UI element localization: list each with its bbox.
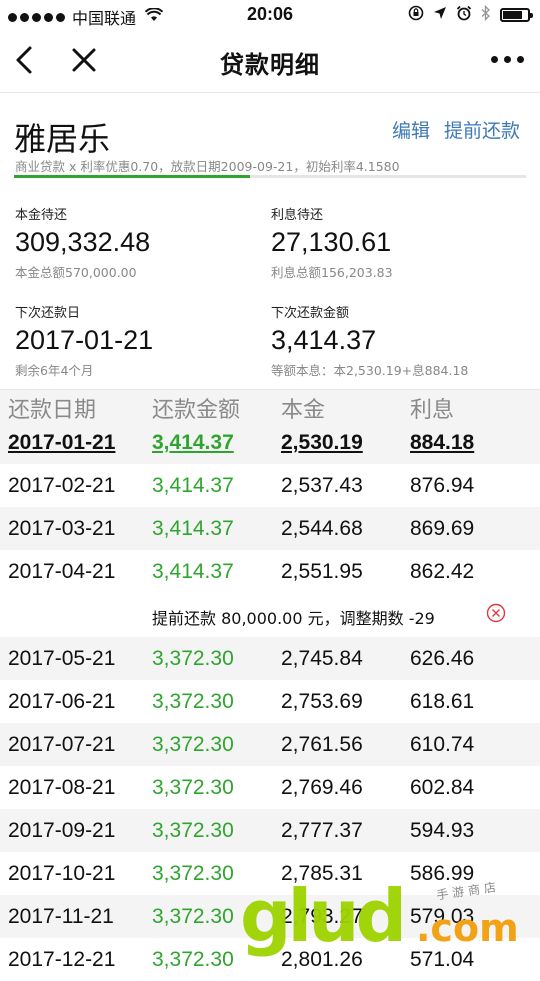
row-principal: 2,801.26 [281,948,363,971]
row-date: 2017-06-21 [8,690,116,713]
battery-icon [500,8,533,22]
row-interest: 594.93 [410,819,475,842]
row-interest: 626.46 [410,647,475,670]
alarm-clock-icon [456,5,472,25]
close-circle-icon [486,603,506,623]
row-amount: 3,372.30 [152,690,234,713]
row-interest: 610.74 [410,733,475,756]
edit-link[interactable]: 编辑 [392,116,430,143]
principal-remaining-stat: 本金待还 309,332.48 本金总额570,000.00 [15,204,150,281]
row-date: 2017-11-21 [8,905,114,928]
schedule-table-header: 还款日期 还款金额 本金 利息 [0,389,540,423]
next-date-label: 下次还款日 [15,306,81,321]
principal-remaining-value: 309,332.48 [15,227,151,257]
row-interest: 586.99 [410,862,475,885]
row-date: 2017-05-21 [8,647,116,670]
row-amount: 3,414.37 [152,517,234,540]
row-principal: 2,530.19 [281,431,363,454]
row-interest: 571.04 [410,948,475,971]
row-interest: 869.69 [410,517,475,540]
table-row: 2017-07-21 3,372.30 2,761.56 610.74 [0,723,540,766]
table-row-current: 2017-01-21 3,414.37 2,530.19 884.18 [0,421,540,464]
row-interest: 579.03 [410,905,475,928]
prepayment-notice: 提前还款 80,000.00 元，调整期数 -29 [0,593,540,637]
row-amount: 3,414.37 [152,560,234,583]
next-amount-stat: 下次还款金额 3,414.37 等额本息：本2,530.19+息884.18 [271,302,468,379]
table-row: 2017-04-21 3,414.37 2,551.95 862.42 [0,550,540,593]
row-date: 2017-02-21 [8,474,116,497]
table-row: 2017-09-21 3,372.30 2,777.37 594.93 [0,809,540,852]
row-amount: 3,372.30 [152,819,234,842]
loan-name: 雅居乐 [14,120,111,158]
next-date-value: 2017-01-21 [15,325,154,355]
interest-remaining-value: 27,130.61 [271,227,392,257]
row-principal: 2,785.31 [281,862,363,885]
loan-meta: 商业贷款 x 利率优惠0.70，放款日期2009-09-21，初始利率4.158… [15,159,400,174]
interest-total: 利息总额156,203.83 [271,265,393,280]
next-amount-label: 下次还款金额 [271,306,350,321]
row-date: 2017-07-21 [8,733,116,756]
row-amount: 3,414.37 [152,474,234,497]
row-date: 2017-09-21 [8,819,116,842]
table-row: 2017-10-21 3,372.30 2,785.31 586.99 [0,852,540,895]
table-row: 2017-05-21 3,372.30 2,745.84 626.46 [0,637,540,680]
remaining-term: 剩余6年4个月 [15,363,94,378]
interest-remaining-stat: 利息待还 27,130.61 利息总额156,203.83 [271,204,393,281]
repayment-progress-bar [14,175,526,178]
prepay-link[interactable]: 提前还款 [444,116,520,143]
location-arrow-icon [433,6,447,24]
row-amount: 3,372.30 [152,733,234,756]
row-principal: 2,537.43 [281,474,363,497]
status-bar: 中国联通 20:06 [0,0,540,30]
row-amount: 3,372.30 [152,905,234,928]
row-principal: 2,753.69 [281,690,363,713]
header-date: 还款日期 [8,398,97,423]
page-title: 贷款明细 [220,51,320,79]
row-date: 2017-12-21 [8,948,116,971]
table-row: 2017-11-21 3,372.30 2,793.27 579.03 [0,895,540,938]
nav-bar: 贷款明细 [0,30,540,93]
row-amount: 3,414.37 [152,431,234,454]
row-interest: 884.18 [410,431,475,454]
row-principal: 2,777.37 [281,819,363,842]
principal-remaining-label: 本金待还 [15,208,68,223]
row-interest: 618.61 [410,690,475,713]
row-date: 2017-10-21 [8,862,116,885]
row-principal: 2,544.68 [281,517,363,540]
interest-remaining-label: 利息待还 [271,208,324,223]
row-principal: 2,793.27 [281,905,363,928]
next-amount-breakdown: 等额本息：本2,530.19+息884.18 [271,363,469,378]
row-date: 2017-04-21 [8,560,116,583]
row-amount: 3,372.30 [152,647,234,670]
row-interest: 876.94 [410,474,475,497]
row-principal: 2,769.46 [281,776,363,799]
row-amount: 3,372.30 [152,862,234,885]
more-options-button[interactable] [491,56,524,63]
cancel-prepayment-button[interactable] [486,603,506,623]
table-row: 2017-08-21 3,372.30 2,769.46 602.84 [0,766,540,809]
table-row: 2017-02-21 3,414.37 2,537.43 876.94 [0,464,540,507]
row-interest: 862.42 [410,560,475,583]
row-date: 2017-01-21 [8,431,116,454]
bluetooth-icon [481,4,491,25]
next-amount-value: 3,414.37 [271,325,377,355]
row-principal: 2,745.84 [281,647,363,670]
row-interest: 602.84 [410,776,475,799]
header-amount: 还款金额 [152,398,241,423]
header-interest: 利息 [410,398,455,423]
row-amount: 3,372.30 [152,776,234,799]
row-date: 2017-03-21 [8,517,116,540]
next-date-stat: 下次还款日 2017-01-21 剩余6年4个月 [15,302,153,379]
schedule-table: 2017-01-21 3,414.37 2,530.19 884.18 2017… [0,421,540,981]
header-principal: 本金 [281,398,326,423]
rotation-lock-icon [408,5,424,25]
table-row: 2017-03-21 3,414.37 2,544.68 869.69 [0,507,540,550]
row-amount: 3,372.30 [152,948,234,971]
principal-total: 本金总额570,000.00 [15,265,137,280]
row-date: 2017-08-21 [8,776,116,799]
row-principal: 2,761.56 [281,733,363,756]
table-row: 2017-06-21 3,372.30 2,753.69 618.61 [0,680,540,723]
prepayment-notice-text: 提前还款 80,000.00 元，调整期数 -29 [152,609,435,628]
row-principal: 2,551.95 [281,560,363,583]
